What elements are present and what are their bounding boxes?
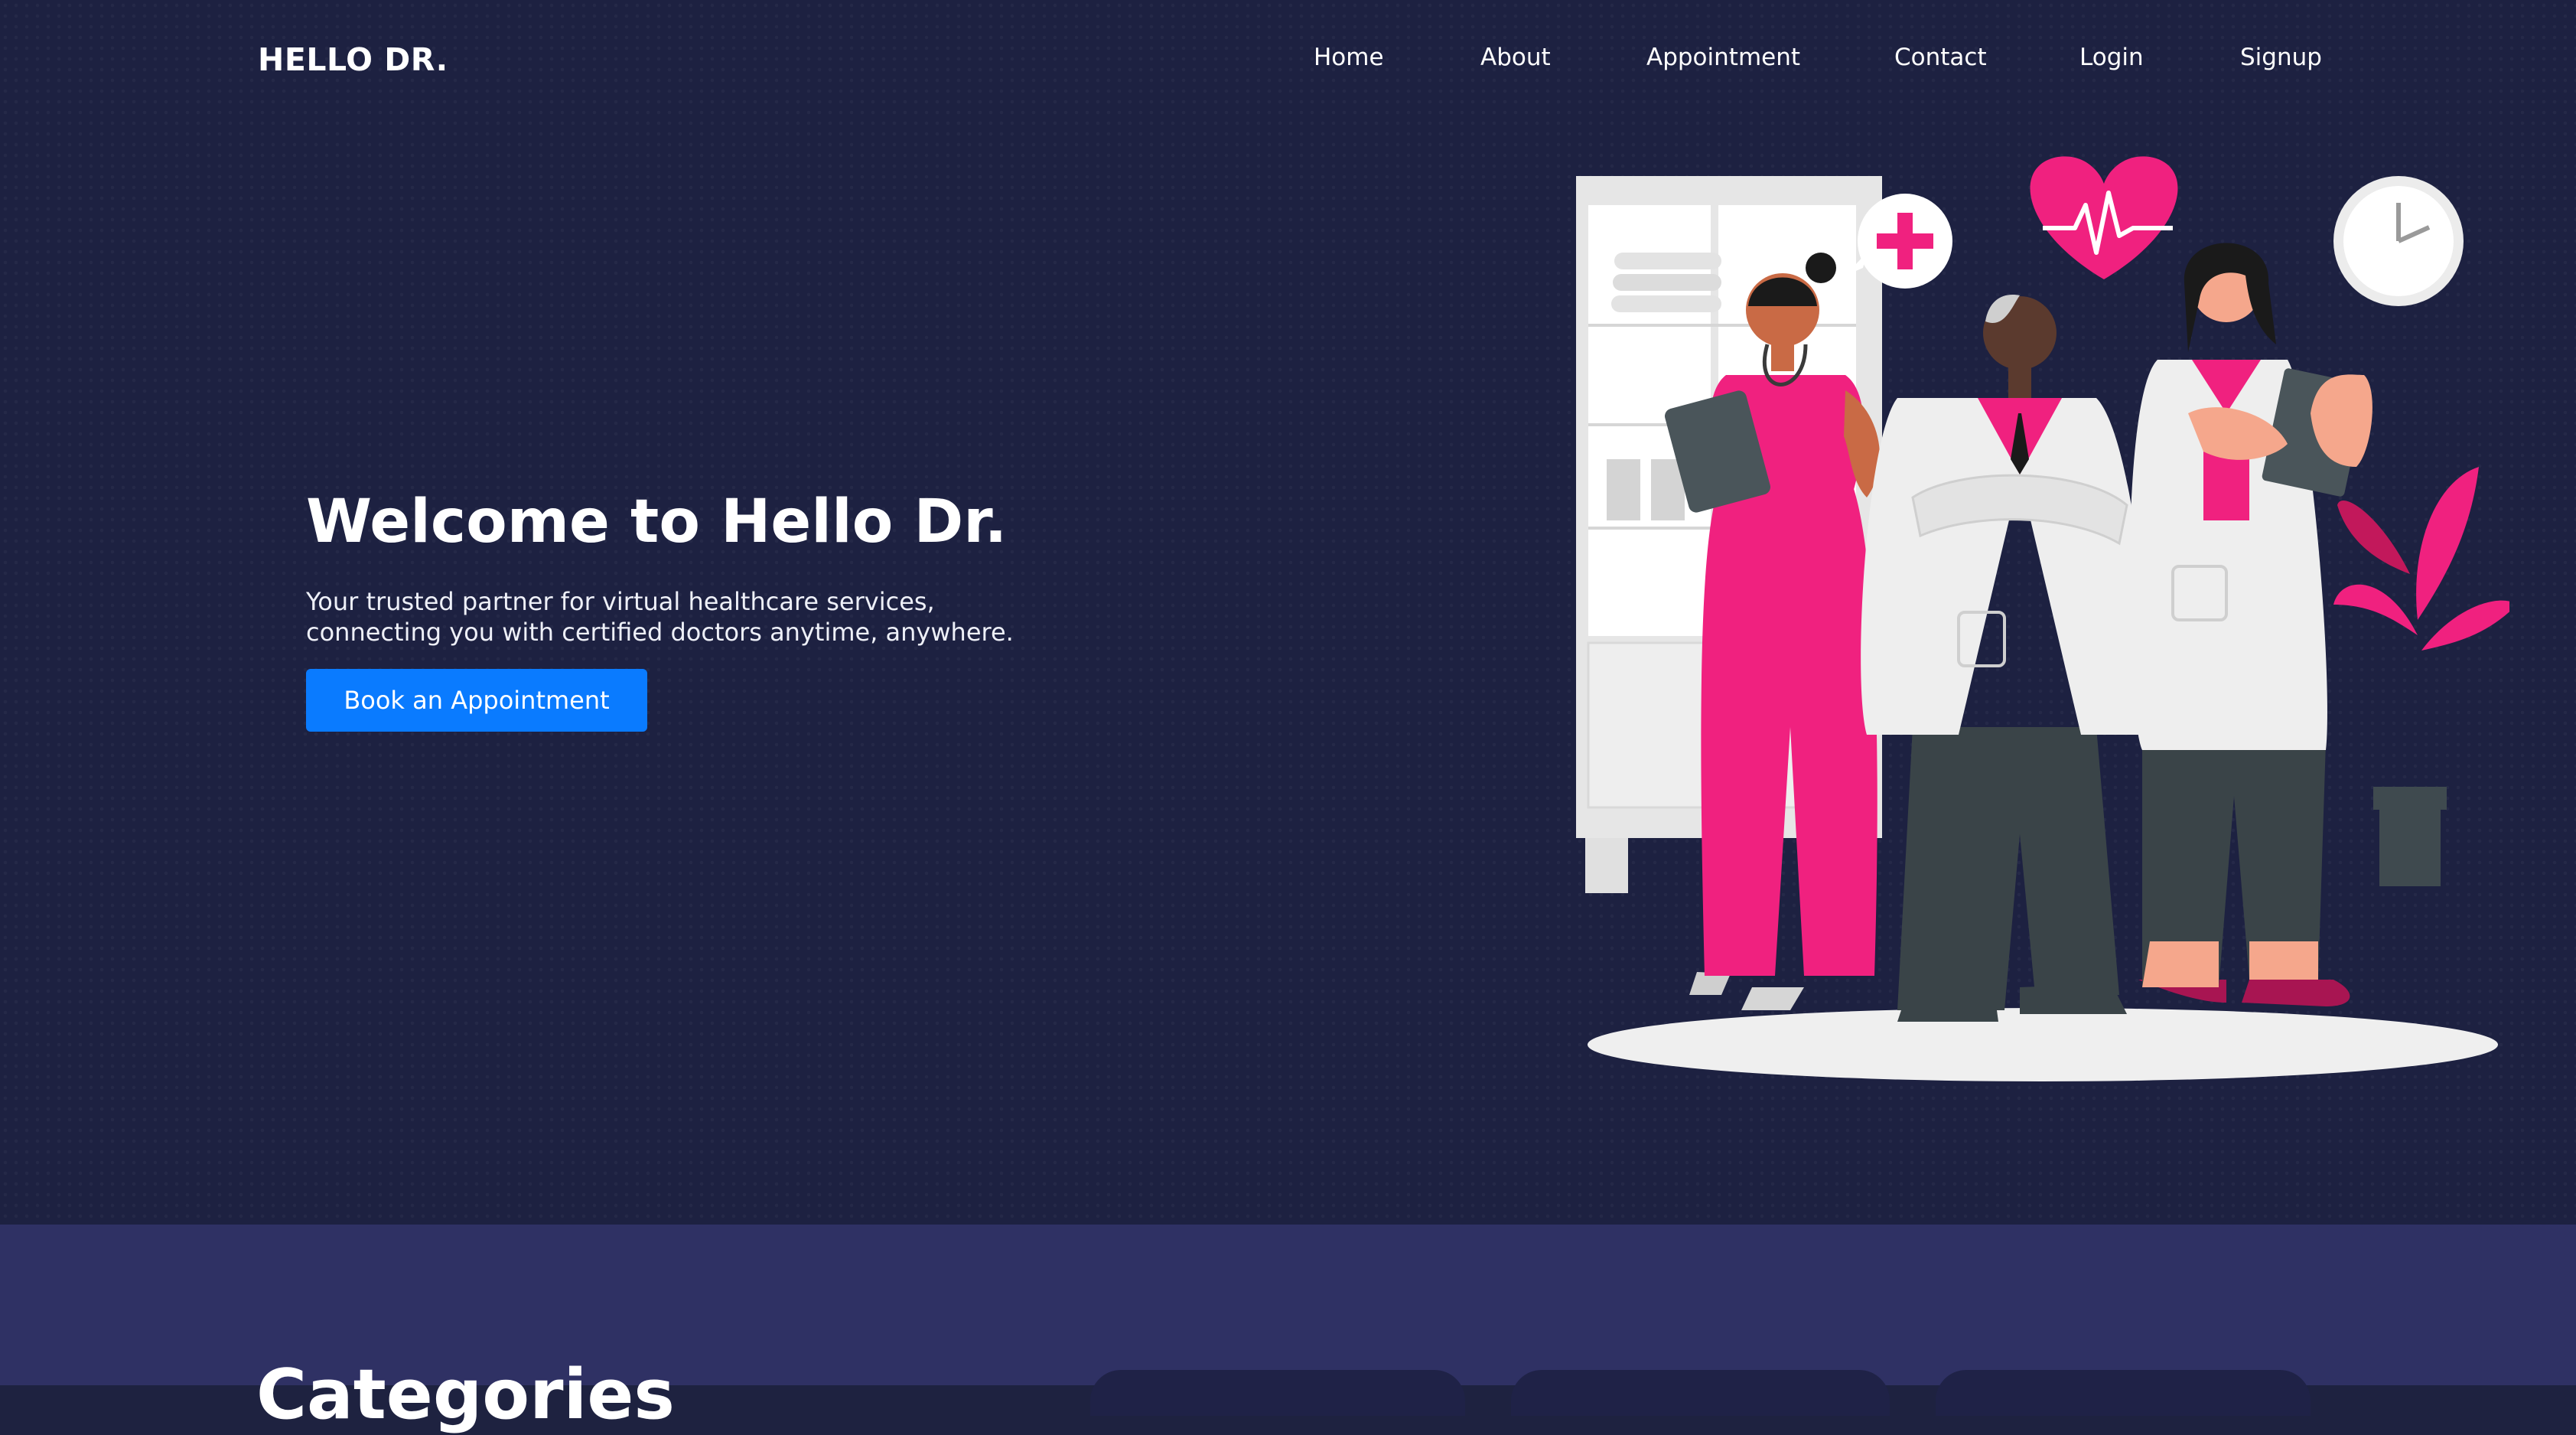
hero-section: HELLO DR. Home About Appointment Contact… <box>0 0 2576 1225</box>
clock-icon <box>2333 176 2464 306</box>
nav-signup[interactable]: Signup <box>2240 46 2322 70</box>
section-title: Categories <box>256 1355 675 1435</box>
hero-subtitle: Your trusted partner for virtual healthc… <box>306 587 1014 647</box>
heart-pulse-icon <box>2030 156 2178 279</box>
doctors-illustration <box>1576 156 2509 1081</box>
book-appointment-button[interactable]: Book an Appointment <box>306 669 647 732</box>
nav-appointment[interactable]: Appointment <box>1646 46 1800 70</box>
nav-about[interactable]: About <box>1480 46 1551 70</box>
nav-login[interactable]: Login <box>2079 46 2144 70</box>
nav-contact[interactable]: Contact <box>1894 46 1987 70</box>
nav-home[interactable]: Home <box>1314 46 1384 70</box>
hero-title: Welcome to Hello Dr. <box>306 488 1008 556</box>
top-nav: Home About Appointment Contact Login Sig… <box>0 0 2576 122</box>
categories-section: Categories <box>0 1225 2576 1430</box>
doctor-figure-male <box>1861 295 2148 1022</box>
doctor-figure-female <box>2129 243 2372 1006</box>
potted-plant-icon <box>2333 467 2509 886</box>
floor-shadow <box>1588 1008 2498 1081</box>
category-card-1[interactable] <box>1090 1370 1465 1416</box>
category-card-2[interactable] <box>1511 1370 1890 1416</box>
category-card-3[interactable] <box>1936 1370 2311 1416</box>
